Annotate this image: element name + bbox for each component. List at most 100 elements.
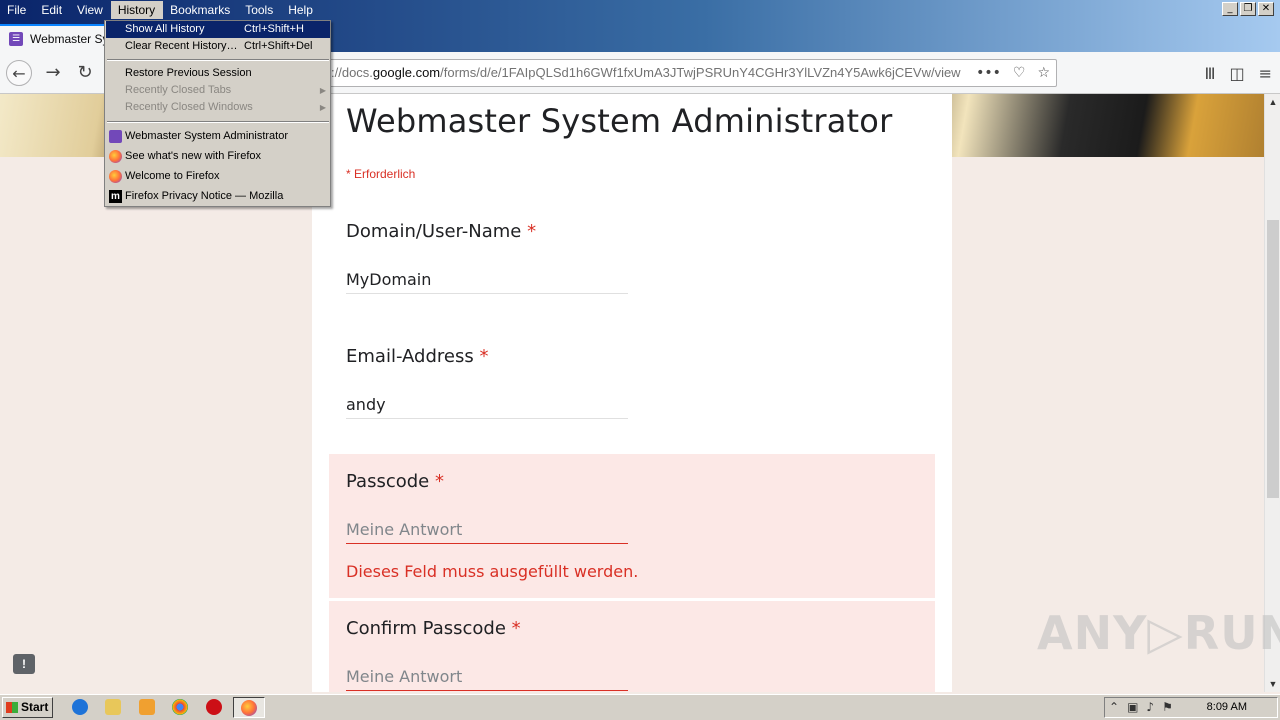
submenu-arrow-icon: ▶ xyxy=(319,86,326,95)
history-entry-webmaster[interactable]: Webmaster System Administrator xyxy=(106,128,330,145)
menu-tools[interactable]: Tools xyxy=(238,1,281,19)
restore-previous-session-item[interactable]: Restore Previous Session xyxy=(106,65,330,82)
question-text: Passcode xyxy=(346,471,430,492)
clear-recent-history-item[interactable]: Clear Recent History… Ctrl+Shift+Del xyxy=(106,38,330,55)
tray-icons: ⌃ ▣ ♪ ⚑ xyxy=(1109,700,1173,714)
library-icon[interactable]: Ⅲ xyxy=(1204,64,1215,83)
menu-item-label: Welcome to Firefox xyxy=(125,170,220,182)
scroll-down-arrow-icon[interactable]: ▼ xyxy=(1265,676,1280,692)
url-domain: google.com xyxy=(372,65,441,80)
shortcut-label: Ctrl+Shift+H xyxy=(244,23,304,35)
confirm-passcode-input[interactable] xyxy=(346,663,628,691)
menu-item-label: Recently Closed Windows xyxy=(125,101,253,113)
menu-bar: File Edit View History Bookmarks Tools H… xyxy=(0,0,321,20)
restore-button[interactable]: ❐ xyxy=(1240,2,1256,16)
required-note: * Erforderlich xyxy=(346,167,416,181)
history-entry-privacy[interactable]: m Firefox Privacy Notice — Mozilla xyxy=(106,188,330,205)
scroll-up-arrow-icon[interactable]: ▲ xyxy=(1265,94,1280,110)
url-prefix: ://docs. xyxy=(331,65,373,80)
required-star: * xyxy=(479,346,489,367)
question-text: Confirm Passcode xyxy=(346,618,506,639)
close-button[interactable]: ✕ xyxy=(1258,2,1274,16)
google-forms-icon: ☰ xyxy=(9,32,23,46)
taskbar: Start ⌃ ▣ ♪ ⚑ 8:09 AM xyxy=(0,694,1280,720)
passcode-input[interactable] xyxy=(346,516,628,544)
bookmark-star-icon[interactable]: ☆ xyxy=(1037,60,1050,86)
menu-history[interactable]: History xyxy=(110,1,164,19)
sidebar-icon[interactable]: ◫ xyxy=(1229,64,1244,83)
history-entry-welcome[interactable]: Welcome to Firefox xyxy=(106,168,330,185)
windows-flag-icon xyxy=(6,702,18,713)
shortcut-label: Ctrl+Shift+Del xyxy=(244,40,313,52)
form-card: Webmaster System Administrator * Erforde… xyxy=(312,94,952,692)
firefox-icon xyxy=(109,150,122,163)
window-controls: _ ❐ ✕ xyxy=(1222,2,1274,16)
anyrun-watermark: ANY▷RUN xyxy=(1037,606,1280,660)
firefox-icon xyxy=(241,700,257,716)
start-label: Start xyxy=(21,700,49,714)
question-text: Email-Address xyxy=(346,346,474,367)
page-actions-icon[interactable]: ••• xyxy=(976,60,1001,86)
question-label-confirm-passcode: Confirm Passcode * xyxy=(346,618,521,639)
internet-explorer-icon[interactable] xyxy=(72,699,88,715)
menu-bookmarks[interactable]: Bookmarks xyxy=(163,1,238,19)
scroll-thumb[interactable] xyxy=(1267,220,1279,498)
tab-title: Webmaster Sys xyxy=(30,32,115,46)
minimize-button[interactable]: _ xyxy=(1222,2,1238,16)
question-label-domain: Domain/User-Name * xyxy=(346,221,536,242)
pocket-icon[interactable]: ♡ xyxy=(1013,60,1026,86)
menu-item-label: See what's new with Firefox xyxy=(125,150,261,162)
firefox-icon xyxy=(109,170,122,183)
google-forms-icon xyxy=(109,130,122,143)
menu-item-label: Webmaster System Administrator xyxy=(125,130,289,142)
folder-icon[interactable] xyxy=(105,699,121,715)
form-title: Webmaster System Administrator xyxy=(346,102,893,140)
menu-help[interactable]: Help xyxy=(281,1,321,19)
toolbar-right: Ⅲ ◫ ≡ xyxy=(1204,64,1272,83)
recently-closed-windows-item: Recently Closed Windows ▶ xyxy=(106,99,330,116)
domain-user-name-input[interactable] xyxy=(346,266,628,294)
question-text: Domain/User-Name xyxy=(346,221,522,242)
menu-separator xyxy=(107,121,329,123)
opera-icon[interactable] xyxy=(206,699,222,715)
system-tray: ⌃ ▣ ♪ ⚑ 8:09 AM xyxy=(1104,697,1278,718)
history-menu: Show All History Ctrl+Shift+H Clear Rece… xyxy=(104,20,331,207)
menu-item-label: Show All History xyxy=(125,23,205,35)
menu-edit[interactable]: Edit xyxy=(34,1,70,19)
hamburger-menu-icon[interactable]: ≡ xyxy=(1259,64,1272,83)
back-button[interactable]: ← xyxy=(6,60,32,86)
required-star: * xyxy=(511,618,521,639)
menu-file[interactable]: File xyxy=(0,1,34,19)
history-entry-whats-new[interactable]: See what's new with Firefox xyxy=(106,148,330,165)
question-passcode-error: Passcode * Dieses Feld muss ausgefüllt w… xyxy=(329,454,935,598)
clock: 8:09 AM xyxy=(1206,701,1247,713)
reload-button[interactable]: ↻ xyxy=(72,60,98,86)
menu-separator xyxy=(107,59,329,61)
menu-item-label: Clear Recent History… xyxy=(125,40,238,52)
submenu-arrow-icon: ▶ xyxy=(319,103,326,112)
page-scrollbar[interactable]: ▲ ▼ xyxy=(1264,94,1280,692)
menu-item-label: Recently Closed Tabs xyxy=(125,84,232,96)
action-center-flag-icon[interactable]: ⚑ xyxy=(1162,700,1173,714)
forward-button[interactable]: → xyxy=(40,60,66,86)
question-confirm-passcode: Confirm Passcode * xyxy=(329,601,935,692)
report-problem-button[interactable]: ! xyxy=(13,654,35,674)
url-bar[interactable]: ://docs.google.com/forms/d/e/1FAIpQLSd1h… xyxy=(316,59,1057,87)
media-player-icon[interactable] xyxy=(139,699,155,715)
chrome-icon[interactable] xyxy=(172,699,188,715)
show-hidden-icons-icon[interactable]: ⌃ xyxy=(1109,700,1119,714)
menu-item-label: Firefox Privacy Notice — Mozilla xyxy=(125,190,284,202)
menu-view[interactable]: View xyxy=(70,1,111,19)
menu-item-label: Restore Previous Session xyxy=(125,67,252,79)
recently-closed-tabs-item: Recently Closed Tabs ▶ xyxy=(106,82,330,99)
network-icon[interactable]: ▣ xyxy=(1127,700,1138,714)
required-star: * xyxy=(434,471,444,492)
email-address-input[interactable] xyxy=(346,391,628,419)
question-label-passcode: Passcode * xyxy=(346,471,444,492)
show-all-history-item[interactable]: Show All History Ctrl+Shift+H xyxy=(106,21,330,38)
required-star: * xyxy=(527,221,537,242)
mozilla-icon: m xyxy=(109,190,122,203)
start-button[interactable]: Start xyxy=(2,697,53,718)
volume-icon[interactable]: ♪ xyxy=(1146,700,1154,714)
firefox-taskbar-button[interactable] xyxy=(233,697,265,718)
